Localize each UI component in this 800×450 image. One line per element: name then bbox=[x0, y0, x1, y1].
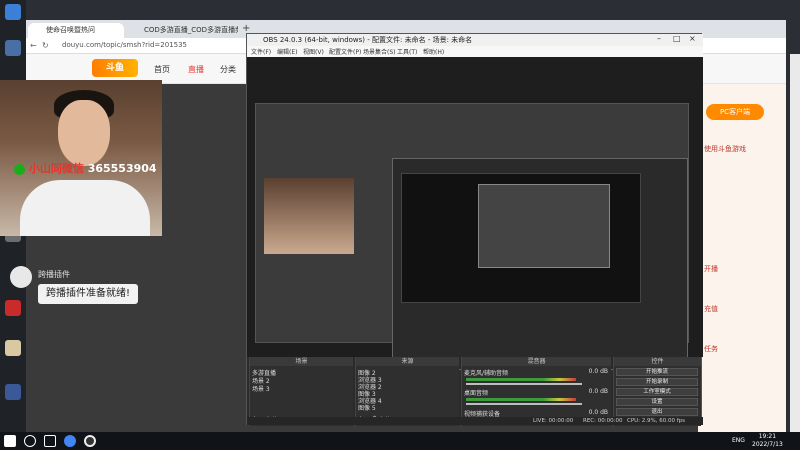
mixer-channel: 桌面音频 0.0 dB bbox=[464, 388, 610, 397]
scenes-title: 场景 bbox=[250, 357, 353, 366]
preview-nested-obs bbox=[392, 158, 688, 370]
obs-preview[interactable] bbox=[247, 57, 703, 370]
menu-help[interactable]: 帮助(H) bbox=[423, 47, 444, 56]
nested-preview bbox=[401, 173, 641, 303]
desktop-shortcut-icon[interactable] bbox=[5, 384, 21, 400]
webcam-feed bbox=[0, 80, 162, 236]
volume-slider[interactable] bbox=[466, 403, 582, 405]
clock-date: 2022/7/13 bbox=[752, 441, 783, 448]
controls-title: 控件 bbox=[614, 357, 701, 366]
scene-item[interactable]: 场景 3 bbox=[252, 384, 270, 393]
live-timer: LIVE: 00:00:00 bbox=[533, 418, 574, 424]
start-streaming-button[interactable]: 开始推流 bbox=[616, 368, 698, 376]
obs-title: OBS 24.0.3 (64-bit, windows) - 配置文件: 未命名… bbox=[247, 34, 703, 46]
rec-timer: REC: 00:00:00 bbox=[583, 418, 623, 424]
pc-client-button[interactable]: PC客户端 bbox=[706, 104, 764, 120]
menu-view[interactable]: 视图(V) bbox=[303, 47, 324, 56]
webcam-person bbox=[20, 180, 150, 236]
scene-item[interactable]: 场景 2 bbox=[252, 376, 270, 385]
mixer-channel-level: 0.0 dB bbox=[588, 388, 608, 395]
chrome-icon[interactable] bbox=[64, 435, 76, 447]
close-icon[interactable]: × bbox=[689, 34, 696, 43]
menu-profile[interactable]: 配置文件(P) bbox=[329, 47, 361, 56]
side-text: 充值 bbox=[704, 305, 718, 313]
side-text: 任务 bbox=[704, 345, 718, 353]
exit-button[interactable]: 退出 bbox=[616, 408, 698, 416]
system-clock[interactable]: 19:21 2022/7/13 bbox=[752, 433, 783, 449]
browser-tab[interactable]: 使命召唤暨热问 bbox=[28, 23, 124, 38]
maximize-icon[interactable]: □ bbox=[673, 34, 681, 43]
clock-time: 19:21 bbox=[758, 433, 777, 440]
right-panel: 使用斗鱼游戏 开播 充值 任务 bbox=[698, 84, 786, 432]
preview-recursive-capture bbox=[255, 103, 689, 370]
menu-edit[interactable]: 编辑(E) bbox=[277, 47, 297, 56]
document-file-icon[interactable] bbox=[5, 340, 21, 356]
browser-tab[interactable]: COD多游直播_COD多游直播频... bbox=[126, 23, 238, 38]
volume-meter bbox=[466, 398, 576, 401]
mixer-panel: 混音器 麦克风/辅助音频 0.0 dB 桌面音频 0.0 dB 视频捕获设备 0… bbox=[461, 357, 611, 426]
tab-label: 使命召唤暨热问 bbox=[46, 26, 95, 34]
obs-icon[interactable] bbox=[84, 435, 96, 447]
side-text: 开播 bbox=[704, 265, 718, 273]
menu-file[interactable]: 文件(F) bbox=[251, 47, 271, 56]
obs-window: OBS 24.0.3 (64-bit, windows) - 配置文件: 未命名… bbox=[246, 33, 703, 426]
menu-tools[interactable]: 工具(T) bbox=[397, 47, 417, 56]
site-logo[interactable]: 斗鱼 bbox=[92, 59, 138, 77]
input-language[interactable]: ENG bbox=[732, 437, 745, 444]
minimize-icon[interactable]: – bbox=[657, 34, 661, 43]
obs-menu-bar: 文件(F) 编辑(E) 视图(V) 配置文件(P) 场景集合(S) 工具(T) … bbox=[247, 46, 703, 57]
page-scrollbar[interactable] bbox=[790, 54, 800, 432]
nav-live[interactable]: 直播 bbox=[188, 64, 204, 75]
cpu-status: CPU: 2.9%, 60.00 fps bbox=[627, 418, 686, 424]
desktop-shortcut-icon[interactable] bbox=[5, 40, 21, 56]
chat-bubble: 跨播插件准备就绪! bbox=[38, 284, 139, 304]
mixer-channel-level: 0.0 dB bbox=[588, 409, 608, 416]
menu-scene-collection[interactable]: 场景集合(S) bbox=[363, 47, 396, 56]
mixer-channel-name: 桌面音频 bbox=[464, 390, 489, 397]
tab-label: COD多游直播_COD多游直播频... bbox=[144, 26, 238, 34]
start-recording-button[interactable]: 开始录制 bbox=[616, 378, 698, 386]
avatar bbox=[10, 266, 32, 288]
nested-preview-inner bbox=[478, 184, 610, 268]
scenes-panel: 场景 多游直播 场景 2 场景 3 + − ∧ ∨ bbox=[249, 357, 353, 426]
windows-start-icon[interactable] bbox=[4, 435, 16, 447]
wechat-icon bbox=[14, 163, 25, 175]
mixer-channel: 麦克风/辅助音频 0.0 dB bbox=[464, 368, 610, 377]
nav-home[interactable]: 首页 bbox=[154, 64, 170, 75]
volume-meter bbox=[466, 378, 576, 381]
wechat-overlay: 小山同微信 365553904 bbox=[14, 160, 164, 175]
back-icon[interactable]: ← bbox=[30, 41, 37, 50]
mixer-channel-level: 0.0 dB bbox=[588, 368, 608, 375]
url-field[interactable]: douyu.com/topic/smsh?rid=201535 bbox=[62, 41, 187, 52]
mixer-title: 混音器 bbox=[462, 357, 611, 366]
preview-webcam bbox=[264, 178, 354, 254]
recycle-bin-icon[interactable] bbox=[5, 4, 21, 20]
mixer-channel: 视频捕获设备 0.0 dB bbox=[464, 409, 610, 418]
chat-username: 跨播插件 bbox=[38, 270, 70, 279]
mixer-channel-name: 麦克风/辅助音频 bbox=[464, 370, 509, 377]
reload-icon[interactable]: ↻ bbox=[42, 41, 49, 50]
task-view-icon[interactable] bbox=[44, 435, 56, 447]
source-item[interactable]: 图像 5 bbox=[358, 403, 376, 412]
settings-button[interactable]: 设置 bbox=[616, 398, 698, 406]
obs-status-bar: LIVE: 00:00:00 REC: 00:00:00 CPU: 2.9%, … bbox=[247, 417, 703, 425]
studio-mode-button[interactable]: 工作室模式 bbox=[616, 388, 698, 396]
search-icon[interactable] bbox=[24, 435, 36, 447]
controls-panel: 控件 开始推流 开始录制 工作室模式 设置 退出 bbox=[613, 357, 701, 426]
sources-title: 来源 bbox=[356, 357, 459, 366]
taskbar: ENG 19:21 2022/7/13 bbox=[0, 432, 800, 450]
scene-item[interactable]: 多游直播 bbox=[252, 368, 276, 377]
wechat-label: 小山同微信 bbox=[28, 162, 84, 175]
sources-panel: 来源 图像 2 浏览器 3 浏览器 2 图像 3 浏览器 4 图像 5 + − … bbox=[355, 357, 459, 426]
webcam-person bbox=[58, 100, 110, 166]
volume-slider[interactable] bbox=[466, 383, 582, 385]
side-text: 使用斗鱼游戏 bbox=[704, 145, 746, 153]
window-controls: – □ × bbox=[651, 34, 703, 46]
wechat-number: 365553904 bbox=[87, 162, 157, 175]
nav-category[interactable]: 分类 bbox=[220, 64, 236, 75]
chat-message: 跨播插件 跨播插件准备就绪! bbox=[10, 266, 240, 310]
